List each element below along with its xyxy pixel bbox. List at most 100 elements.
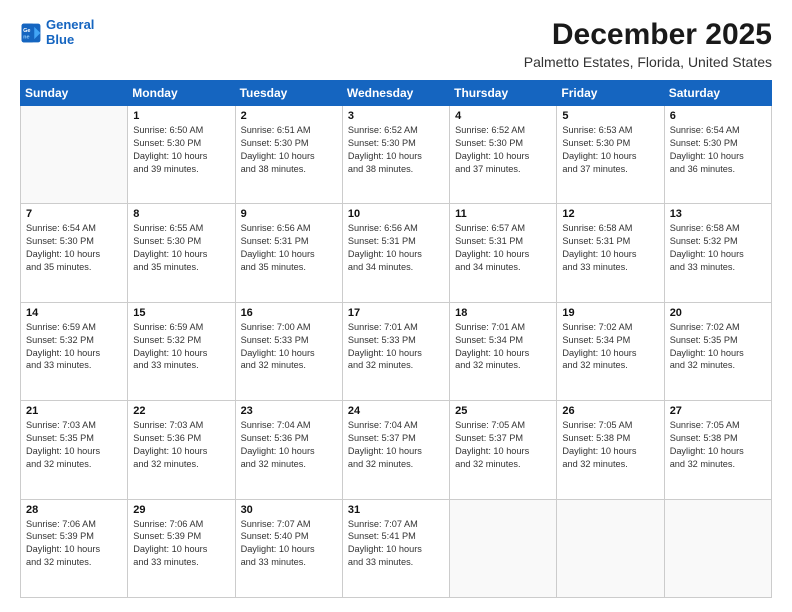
calendar-week-4: 21 Sunrise: 7:03 AM Sunset: 5:35 PM Dayli… [21,401,772,499]
cell-content: Sunrise: 6:52 AM Sunset: 5:30 PM Dayligh… [455,124,551,176]
calendar-week-3: 14 Sunrise: 6:59 AM Sunset: 5:32 PM Dayli… [21,302,772,400]
day-number: 24 [348,405,444,417]
day-number: 25 [455,405,551,417]
day-number: 20 [670,307,766,319]
cell-content: Sunrise: 7:02 AM Sunset: 5:35 PM Dayligh… [670,321,766,373]
calendar-header-sunday: Sunday [21,81,128,106]
day-number: 22 [133,405,229,417]
calendar-header-thursday: Thursday [450,81,557,106]
calendar-week-1: 1 Sunrise: 6:50 AM Sunset: 5:30 PM Daylig… [21,106,772,204]
location: Palmetto Estates, Florida, United States [524,54,772,70]
calendar-cell: 31 Sunrise: 7:07 AM Sunset: 5:41 PM Dayli… [342,499,449,597]
calendar-header-monday: Monday [128,81,235,106]
calendar-cell [450,499,557,597]
cell-content: Sunrise: 6:51 AM Sunset: 5:30 PM Dayligh… [241,124,337,176]
svg-text:Ge: Ge [23,28,30,34]
calendar-cell: 12 Sunrise: 6:58 AM Sunset: 5:31 PM Dayli… [557,204,664,302]
day-number: 13 [670,208,766,220]
cell-content: Sunrise: 7:03 AM Sunset: 5:36 PM Dayligh… [133,419,229,471]
page: Ge ne General Blue December 2025 Palmett… [0,0,792,612]
calendar-cell: 16Sunrise: 7:00 AM Sunset: 5:33 PM Dayli… [235,302,342,400]
cell-content: Sunrise: 7:01 AM Sunset: 5:34 PM Dayligh… [455,321,551,373]
cell-content: Sunrise: 6:53 AM Sunset: 5:30 PM Dayligh… [562,124,658,176]
day-number: 31 [348,504,444,516]
calendar-cell: 30 Sunrise: 7:07 AM Sunset: 5:40 PM Dayli… [235,499,342,597]
calendar-header-row: SundayMondayTuesdayWednesdayThursdayFrid… [21,81,772,106]
day-number: 9 [241,208,337,220]
cell-content: Sunrise: 7:00 AM Sunset: 5:33 PM Dayligh… [241,321,337,373]
cell-content: Sunrise: 6:54 AM Sunset: 5:30 PM Dayligh… [670,124,766,176]
calendar-cell: 15 Sunrise: 6:59 AM Sunset: 5:32 PM Dayli… [128,302,235,400]
day-number: 26 [562,405,658,417]
calendar-header-saturday: Saturday [664,81,771,106]
cell-content: Sunrise: 7:07 AM Sunset: 5:40 PM Dayligh… [241,518,337,570]
cell-content: Sunrise: 7:04 AM Sunset: 5:37 PM Dayligh… [348,419,444,471]
calendar-cell: 13 Sunrise: 6:58 AM Sunset: 5:32 PM Dayli… [664,204,771,302]
title-block: December 2025 Palmetto Estates, Florida,… [524,18,772,70]
cell-content: Sunrise: 6:55 AM Sunset: 5:30 PM Dayligh… [133,222,229,274]
calendar-cell [557,499,664,597]
calendar-cell: 11 Sunrise: 6:57 AM Sunset: 5:31 PM Dayli… [450,204,557,302]
day-number: 1 [133,110,229,122]
calendar-cell: 26 Sunrise: 7:05 AM Sunset: 5:38 PM Dayli… [557,401,664,499]
cell-content: Sunrise: 6:50 AM Sunset: 5:30 PM Dayligh… [133,124,229,176]
cell-content: Sunrise: 6:58 AM Sunset: 5:32 PM Dayligh… [670,222,766,274]
calendar-cell: 4Sunrise: 6:52 AM Sunset: 5:30 PM Daylig… [450,106,557,204]
cell-content: Sunrise: 6:57 AM Sunset: 5:31 PM Dayligh… [455,222,551,274]
calendar-cell: 9 Sunrise: 6:56 AM Sunset: 5:31 PM Daylig… [235,204,342,302]
calendar-cell: 18 Sunrise: 7:01 AM Sunset: 5:34 PM Dayli… [450,302,557,400]
day-number: 7 [26,208,122,220]
day-number: 15 [133,307,229,319]
calendar-cell: 10Sunrise: 6:56 AM Sunset: 5:31 PM Dayli… [342,204,449,302]
cell-content: Sunrise: 6:59 AM Sunset: 5:32 PM Dayligh… [133,321,229,373]
cell-content: Sunrise: 6:56 AM Sunset: 5:31 PM Dayligh… [348,222,444,274]
calendar-cell: 5 Sunrise: 6:53 AM Sunset: 5:30 PM Daylig… [557,106,664,204]
day-number: 21 [26,405,122,417]
day-number: 29 [133,504,229,516]
cell-content: Sunrise: 7:03 AM Sunset: 5:35 PM Dayligh… [26,419,122,471]
calendar-cell: 8 Sunrise: 6:55 AM Sunset: 5:30 PM Daylig… [128,204,235,302]
day-number: 3 [348,110,444,122]
cell-content: Sunrise: 7:06 AM Sunset: 5:39 PM Dayligh… [26,518,122,570]
calendar-cell: 6Sunrise: 6:54 AM Sunset: 5:30 PM Daylig… [664,106,771,204]
day-number: 2 [241,110,337,122]
calendar-cell: 22 Sunrise: 7:03 AM Sunset: 5:36 PM Dayli… [128,401,235,499]
calendar-cell: 19Sunrise: 7:02 AM Sunset: 5:34 PM Dayli… [557,302,664,400]
day-number: 14 [26,307,122,319]
day-number: 12 [562,208,658,220]
cell-content: Sunrise: 7:04 AM Sunset: 5:36 PM Dayligh… [241,419,337,471]
logo: Ge ne General Blue [20,18,94,48]
day-number: 5 [562,110,658,122]
calendar-header-friday: Friday [557,81,664,106]
calendar-table: SundayMondayTuesdayWednesdayThursdayFrid… [20,80,772,598]
day-number: 18 [455,307,551,319]
cell-content: Sunrise: 7:02 AM Sunset: 5:34 PM Dayligh… [562,321,658,373]
day-number: 30 [241,504,337,516]
day-number: 28 [26,504,122,516]
calendar-cell: 1 Sunrise: 6:50 AM Sunset: 5:30 PM Daylig… [128,106,235,204]
calendar-cell: 23 Sunrise: 7:04 AM Sunset: 5:36 PM Dayli… [235,401,342,499]
cell-content: Sunrise: 7:07 AM Sunset: 5:41 PM Dayligh… [348,518,444,570]
cell-content: Sunrise: 7:06 AM Sunset: 5:39 PM Dayligh… [133,518,229,570]
day-number: 17 [348,307,444,319]
calendar-cell: 24 Sunrise: 7:04 AM Sunset: 5:37 PM Dayli… [342,401,449,499]
cell-content: Sunrise: 7:05 AM Sunset: 5:37 PM Dayligh… [455,419,551,471]
cell-content: Sunrise: 6:56 AM Sunset: 5:31 PM Dayligh… [241,222,337,274]
day-number: 23 [241,405,337,417]
logo-icon: Ge ne [20,22,42,44]
day-number: 11 [455,208,551,220]
cell-content: Sunrise: 6:52 AM Sunset: 5:30 PM Dayligh… [348,124,444,176]
calendar-cell: 2 Sunrise: 6:51 AM Sunset: 5:30 PM Daylig… [235,106,342,204]
day-number: 27 [670,405,766,417]
calendar-cell: 21 Sunrise: 7:03 AM Sunset: 5:35 PM Dayli… [21,401,128,499]
calendar-cell: 27Sunrise: 7:05 AM Sunset: 5:38 PM Dayli… [664,401,771,499]
day-number: 8 [133,208,229,220]
calendar-cell: 17Sunrise: 7:01 AM Sunset: 5:33 PM Dayli… [342,302,449,400]
calendar-cell: 20 Sunrise: 7:02 AM Sunset: 5:35 PM Dayli… [664,302,771,400]
header: Ge ne General Blue December 2025 Palmett… [20,18,772,70]
calendar-cell: 29 Sunrise: 7:06 AM Sunset: 5:39 PM Dayli… [128,499,235,597]
cell-content: Sunrise: 6:58 AM Sunset: 5:31 PM Dayligh… [562,222,658,274]
calendar-header-wednesday: Wednesday [342,81,449,106]
svg-text:ne: ne [23,34,29,40]
cell-content: Sunrise: 7:05 AM Sunset: 5:38 PM Dayligh… [562,419,658,471]
